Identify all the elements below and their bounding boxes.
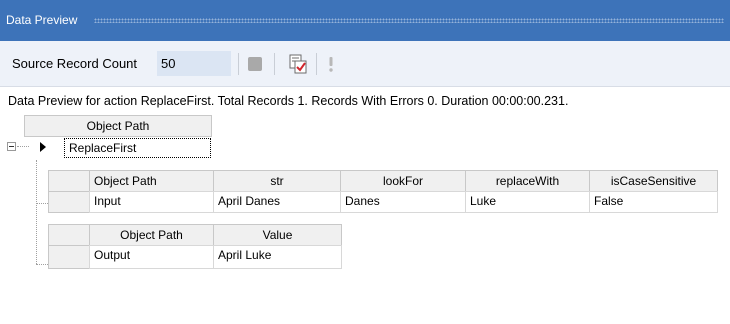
cell-value[interactable]: April Luke (213, 245, 342, 269)
input-table-corner[interactable] (48, 170, 90, 192)
toolbar-separator (274, 53, 275, 75)
title-bar: Data Preview (0, 0, 730, 41)
column-header-str[interactable]: str (213, 170, 341, 192)
toolbar-separator (238, 53, 239, 75)
toolbar-separator (316, 53, 317, 75)
tree-header-object-path[interactable]: Object Path (24, 115, 212, 137)
cell-replacewith[interactable]: Luke (465, 191, 590, 213)
source-record-count-label: Source Record Count (12, 56, 138, 71)
source-record-count-input[interactable] (157, 51, 231, 76)
column-header-lookfor[interactable]: lookFor (340, 170, 466, 192)
output-table-corner[interactable] (48, 224, 90, 246)
title-grip[interactable] (94, 18, 724, 23)
tree-connector (36, 203, 48, 204)
status-text: Data Preview for action ReplaceFirst. To… (8, 94, 569, 108)
row-pointer-icon (40, 142, 46, 152)
cell-iscasesensitive[interactable]: False (589, 191, 718, 213)
row-header[interactable] (48, 245, 90, 269)
window-title: Data Preview (6, 13, 78, 27)
column-header-object-path[interactable]: Object Path (89, 170, 214, 192)
column-header-iscasesensitive[interactable]: isCaseSensitive (589, 170, 718, 192)
tree-connector (36, 264, 48, 265)
column-header-replacewith[interactable]: replaceWith (465, 170, 590, 192)
column-header-value[interactable]: Value (213, 224, 342, 246)
toolbar: Source Record Count (0, 41, 730, 87)
column-header-object-path[interactable]: Object Path (89, 224, 214, 246)
cell-object-path[interactable]: Input (89, 191, 214, 213)
stop-icon[interactable] (248, 57, 262, 71)
cell-object-path[interactable]: Output (89, 245, 214, 269)
row-header[interactable] (48, 191, 90, 213)
tree-connector (36, 160, 37, 264)
cell-lookfor[interactable]: Danes (340, 191, 466, 213)
exclamation-icon[interactable] (326, 53, 336, 75)
preview-checklist-icon[interactable] (288, 53, 308, 75)
tree-node-replacefirst[interactable]: ReplaceFirst (64, 138, 211, 158)
tree-connector (17, 146, 29, 147)
collapse-icon[interactable] (7, 142, 16, 151)
cell-str[interactable]: April Danes (213, 191, 341, 213)
